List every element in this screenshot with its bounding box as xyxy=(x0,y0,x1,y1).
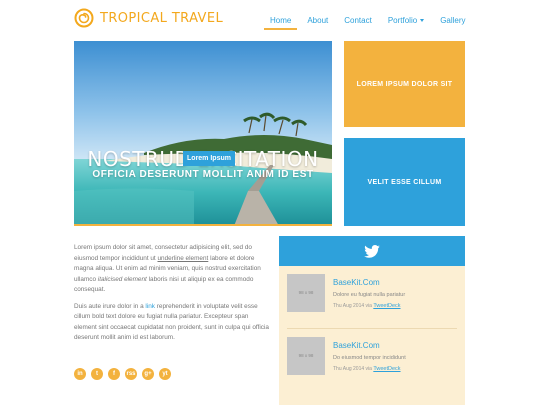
underline-element: underline element xyxy=(157,254,209,262)
tweet-source-link[interactable]: TweetDeck xyxy=(373,366,400,372)
twitter-feed-header xyxy=(279,236,465,266)
nav-portfolio-label: Portfolio xyxy=(387,16,418,25)
site-header: TROPICAL TRAVEL Home About Contact Portf… xyxy=(0,0,540,40)
brand-name: TROPICAL TRAVEL xyxy=(100,10,224,26)
caret-down-icon xyxy=(420,19,425,23)
tweet-title[interactable]: BaseKit.Com xyxy=(333,278,405,287)
paragraph-2: Duis aute irure dolor in a link reprehen… xyxy=(74,302,271,344)
tweet-source-link[interactable]: TweetDeck xyxy=(373,303,400,309)
tweet-info: BaseKit.Com Do eiusmod tempor incididunt… xyxy=(333,337,406,375)
spiral-logo-icon xyxy=(74,8,94,28)
hero-slider: NOSTRUD EXCITATION OFFICIA DESERUNT MOLL… xyxy=(74,41,332,226)
twitter-bird-icon xyxy=(364,244,380,258)
italic-element: italicised element xyxy=(97,275,147,283)
body-text: Lorem ipsum dolor sit amet, consectetur … xyxy=(74,243,271,344)
nav-gallery[interactable]: Gallery xyxy=(432,14,473,30)
hero-cta-button[interactable]: Lorem Ipsum xyxy=(183,151,235,166)
tweet-title[interactable]: BaseKit.Com xyxy=(333,341,406,350)
nav-about[interactable]: About xyxy=(299,14,336,30)
tweet-item: 98 x 98 BaseKit.Com Dolore eu fugiat nul… xyxy=(287,274,405,312)
twitter-feed: 98 x 98 BaseKit.Com Dolore eu fugiat nul… xyxy=(279,266,465,405)
facebook-icon[interactable]: f xyxy=(108,368,120,380)
divider xyxy=(287,328,457,329)
tweet-item: 98 x 98 BaseKit.Com Do eiusmod tempor in… xyxy=(287,337,406,375)
linkedin-icon[interactable]: in xyxy=(74,368,86,380)
tweet-meta: Thu Aug 2014 via TweetDeck xyxy=(333,366,406,372)
inline-link[interactable]: link xyxy=(145,303,155,310)
tweet-date: Thu Aug 2014 via xyxy=(333,366,374,372)
tweet-meta: Thu Aug 2014 via TweetDeck xyxy=(333,303,405,309)
tweet-date: Thu Aug 2014 via xyxy=(333,303,374,309)
logo[interactable]: TROPICAL TRAVEL xyxy=(74,8,223,28)
social-links: in t f rss g+ yt xyxy=(74,368,176,380)
tweet-text: Do eiusmod tempor incididunt xyxy=(333,355,406,361)
main-nav: Home About Contact Portfolio Gallery xyxy=(262,14,474,30)
hero-subtitle: OFFICIA DESERUNT MOLLIT ANIM ID EST xyxy=(92,169,314,180)
tweet-info: BaseKit.Com Dolore eu fugiat nulla paria… xyxy=(333,274,405,312)
nav-portfolio[interactable]: Portfolio xyxy=(380,14,432,30)
twitter-icon[interactable]: t xyxy=(91,368,103,380)
hero-underline xyxy=(74,224,332,226)
text-span: Duis aute irure dolor in a xyxy=(74,302,146,310)
tweet-thumbnail: 98 x 98 xyxy=(287,274,325,312)
tweet-text: Dolore eu fugiat nulla pariatur xyxy=(333,292,406,298)
youtube-icon[interactable]: yt xyxy=(159,368,171,380)
rss-icon[interactable]: rss xyxy=(125,368,137,380)
beach-photo xyxy=(74,41,332,226)
tweet-thumbnail: 98 x 98 xyxy=(287,337,325,375)
nav-home[interactable]: Home xyxy=(262,14,299,30)
google-plus-icon[interactable]: g+ xyxy=(142,368,154,380)
feature-box-1[interactable]: LOREM IPSUM DOLOR SIT xyxy=(344,41,465,127)
nav-contact[interactable]: Contact xyxy=(336,14,380,30)
paragraph-1: Lorem ipsum dolor sit amet, consectetur … xyxy=(74,243,271,296)
feature-box-2[interactable]: VELIT ESSE CILLUM xyxy=(344,138,465,226)
